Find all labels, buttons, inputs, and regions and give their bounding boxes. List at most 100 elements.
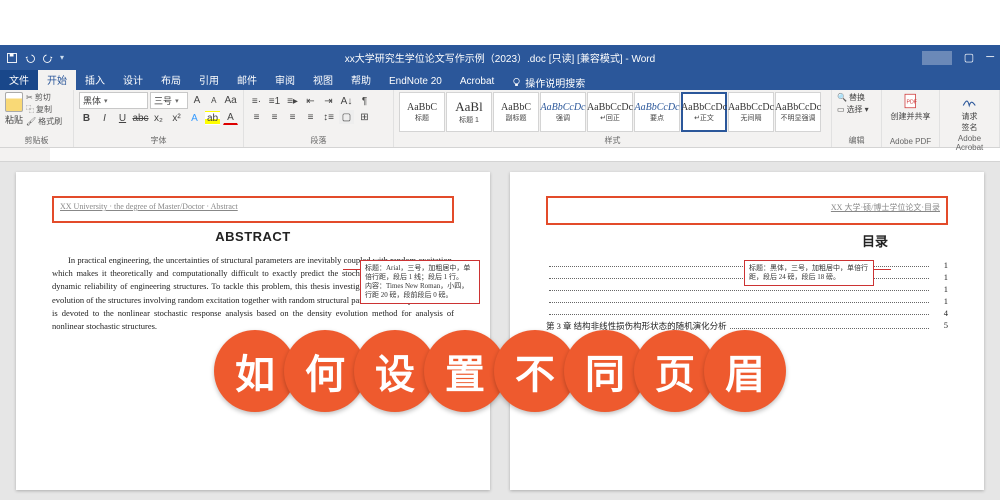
bullets-icon[interactable]: ≡· xyxy=(249,94,264,108)
tab-help[interactable]: 帮助 xyxy=(342,69,380,90)
lightbulb-icon xyxy=(511,77,522,88)
clear-format-icon[interactable]: Aa xyxy=(223,94,238,108)
group-editing: 🔍 替换 ▭ 选择▾ 编辑 xyxy=(832,90,882,147)
highlight-icon[interactable]: ab xyxy=(205,111,220,125)
tell-me[interactable]: 操作说明搜索 xyxy=(511,75,585,90)
page2-header-text: XX 大学·硕/博士学位论文·目录 xyxy=(554,202,940,213)
toc-entry: 第 3 章 结构非线性损伤构形状态的随机演化分析5 xyxy=(546,320,948,332)
decrease-indent-icon[interactable]: ⇤ xyxy=(303,94,318,108)
text-effect-icon[interactable]: A xyxy=(187,111,202,125)
group-adobe-label: Adobe PDF xyxy=(887,136,934,146)
numbering-icon[interactable]: ≡1 xyxy=(267,94,282,108)
toc-entry: 1 xyxy=(546,296,948,306)
style-不明显强调[interactable]: AaBbCcDc不明显强调 xyxy=(775,92,821,132)
style-标题 1[interactable]: AaBl标题 1 xyxy=(446,92,492,132)
copy-button[interactable]: ⿻ 复制 xyxy=(26,104,62,115)
shading-icon[interactable]: ▢ xyxy=(339,110,354,124)
tab-insert[interactable]: 插入 xyxy=(76,69,114,90)
tab-mailings[interactable]: 邮件 xyxy=(228,69,266,90)
underline-button[interactable]: U xyxy=(115,111,130,125)
style-无间隔[interactable]: AaBbCcDc无间隔 xyxy=(728,92,774,132)
paste-button[interactable]: 粘贴 xyxy=(5,92,23,127)
cut-button[interactable]: ✂ 剪切 xyxy=(26,92,62,103)
tab-review[interactable]: 审阅 xyxy=(266,69,304,90)
page2-callout: 标题：黑体，三号，加粗居中，单倍行距，段后 24 磅，段后 18 磅。 xyxy=(744,260,874,286)
redo-icon[interactable] xyxy=(42,52,54,64)
quick-access-toolbar: ▾ xyxy=(6,52,64,64)
sort-icon[interactable]: A↓ xyxy=(339,94,354,108)
tab-endnote[interactable]: EndNote 20 xyxy=(380,73,451,90)
page-2: XX 大学·硕/博士学位论文·目录 标题：黑体，三号，加粗居中，单倍行距，段后 … xyxy=(510,172,984,490)
undo-icon[interactable] xyxy=(24,52,36,64)
subscript-button[interactable]: x₂ xyxy=(151,111,166,125)
show-marks-icon[interactable]: ¶ xyxy=(357,94,372,108)
toc-entry: 4 xyxy=(546,308,948,318)
ribbon: 粘贴 ✂ 剪切 ⿻ 复制 🖌 格式刷 剪贴板 黑体▾ 三号▾ A A Aa B … xyxy=(0,90,1000,148)
save-icon[interactable] xyxy=(6,52,18,64)
borders-icon[interactable]: ⊞ xyxy=(357,110,372,124)
style-副标题[interactable]: AaBbC副标题 xyxy=(493,92,539,132)
account-block[interactable] xyxy=(922,51,952,65)
shrink-font-icon[interactable]: A xyxy=(206,94,221,108)
minimize-icon[interactable]: ─ xyxy=(986,51,994,65)
signature-icon xyxy=(961,92,979,110)
window-controls: ▢ ─ xyxy=(922,51,994,65)
page1-title: ABSTRACT xyxy=(52,229,454,244)
page1-header-highlight: XX University · the degree of Master/Doc… xyxy=(52,196,454,223)
tab-design[interactable]: 设计 xyxy=(114,69,152,90)
page1-callout: 标题：Arial，三号，加粗居中，单倍行距，段后 1 线；段后 1 行。 内容：… xyxy=(360,260,480,304)
align-center-icon[interactable]: ≡ xyxy=(267,110,282,124)
document-area[interactable]: XX University · the degree of Master/Doc… xyxy=(0,162,1000,500)
increase-indent-icon[interactable]: ⇥ xyxy=(321,94,336,108)
create-share-pdf-button[interactable]: PDF 创建并共享 xyxy=(887,92,934,122)
svg-text:PDF: PDF xyxy=(906,99,917,105)
tab-view[interactable]: 视图 xyxy=(304,69,342,90)
superscript-button[interactable]: x² xyxy=(169,111,184,125)
group-adobe-pdf: PDF 创建并共享 Adobe PDF xyxy=(882,90,940,147)
styles-gallery[interactable]: AaBbC标题AaBl标题 1AaBbC副标题AaBbCcDc强调AaBbCcD… xyxy=(399,92,826,132)
grow-font-icon[interactable]: A xyxy=(190,94,205,108)
style-强调[interactable]: AaBbCcDc强调 xyxy=(540,92,586,132)
format-painter-button[interactable]: 🖌 格式刷 xyxy=(26,116,62,127)
style-标题[interactable]: AaBbC标题 xyxy=(399,92,445,132)
tab-file[interactable]: 文件 xyxy=(0,69,38,90)
tab-home[interactable]: 开始 xyxy=(38,69,76,90)
font-color-icon[interactable]: A xyxy=(223,111,238,125)
style-要点[interactable]: AaBbCcDc要点 xyxy=(634,92,680,132)
font-family-combo[interactable]: 黑体▾ xyxy=(79,92,148,109)
italic-button[interactable]: I xyxy=(97,111,112,125)
bold-button[interactable]: B xyxy=(79,111,94,125)
group-font-label: 字体 xyxy=(79,134,238,146)
horizontal-ruler[interactable] xyxy=(0,148,1000,162)
paste-icon xyxy=(5,92,23,112)
group-clipboard: 粘贴 ✂ 剪切 ⿻ 复制 🖌 格式刷 剪贴板 xyxy=(0,90,74,147)
group-clipboard-label: 剪贴板 xyxy=(5,134,68,146)
align-left-icon[interactable]: ≡ xyxy=(249,110,264,124)
group-adobe-acrobat: 请求 签名 Adobe Acrobat xyxy=(940,90,1000,147)
line-spacing-icon[interactable]: ↕≡ xyxy=(321,110,336,124)
font-size-combo[interactable]: 三号▾ xyxy=(150,92,188,109)
request-sign-button[interactable]: 请求 签名 xyxy=(945,92,994,133)
group-font: 黑体▾ 三号▾ A A Aa B I U abc x₂ x² A ab A 字体 xyxy=(74,90,244,147)
style-↵回正[interactable]: AaBbCcDc↵回正 xyxy=(587,92,633,132)
tab-acrobat[interactable]: Acrobat xyxy=(451,73,503,90)
page1-header-text: XX University · the degree of Master/Doc… xyxy=(60,202,446,211)
multilevel-icon[interactable]: ≡▸ xyxy=(285,94,300,108)
strike-button[interactable]: abc xyxy=(133,111,148,125)
select-button[interactable]: ▭ 选择▾ xyxy=(837,104,876,115)
replace-button[interactable]: 🔍 替换 xyxy=(837,92,876,103)
group-styles: AaBbC标题AaBl标题 1AaBbC副标题AaBbCcDc强调AaBbCcD… xyxy=(394,90,832,147)
page2-title: 目录 xyxy=(546,231,948,250)
paste-label: 粘贴 xyxy=(5,113,23,126)
ribbon-options-icon[interactable]: ▢ xyxy=(964,51,974,65)
tab-references[interactable]: 引用 xyxy=(190,69,228,90)
justify-icon[interactable]: ≡ xyxy=(303,110,318,124)
align-right-icon[interactable]: ≡ xyxy=(285,110,300,124)
qat-more-icon[interactable]: ▾ xyxy=(60,53,64,62)
tab-layout[interactable]: 布局 xyxy=(152,69,190,90)
pdf-share-icon: PDF xyxy=(902,92,920,110)
page-1: XX University · the degree of Master/Doc… xyxy=(16,172,490,490)
style-↵正文[interactable]: AaBbCcDc↵正文 xyxy=(681,92,727,132)
group-editing-label: 编辑 xyxy=(837,134,876,146)
window-title: xx大学研究生学位论文写作示例（2023）.doc [只读] [兼容模式] - … xyxy=(345,50,655,65)
